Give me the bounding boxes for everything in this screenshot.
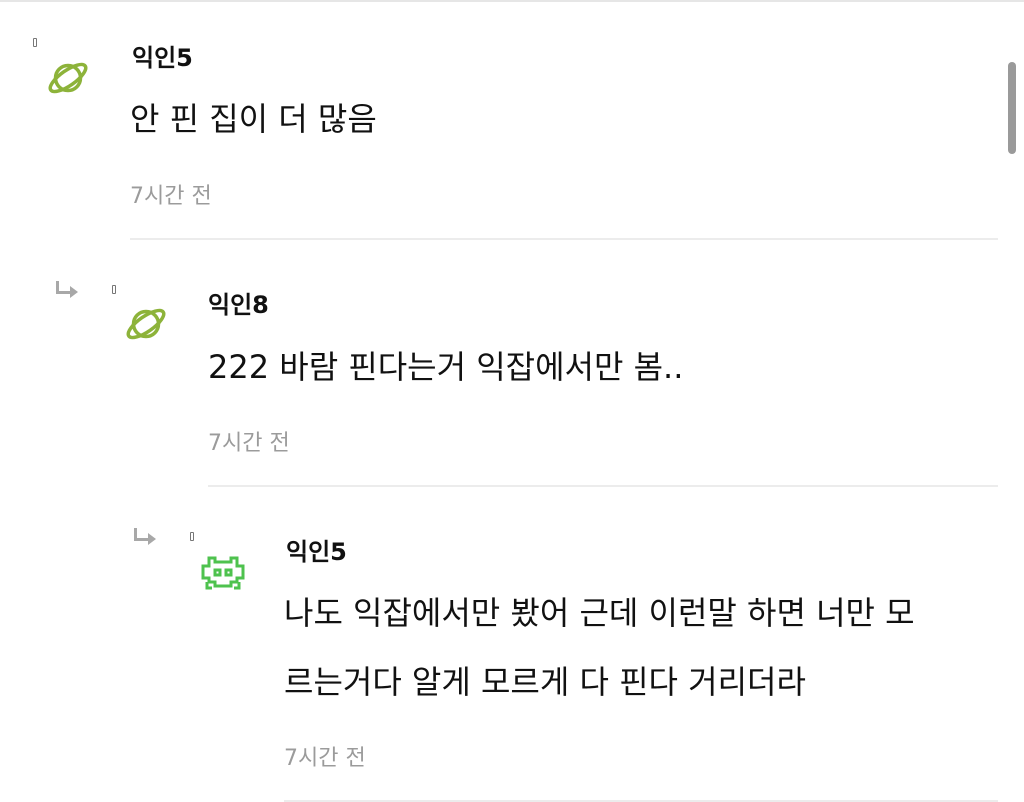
- comment-text-line: 나도 익잡에서만 봤어 근데 이런말 하면 너만 모: [284, 594, 915, 632]
- comment-marker-icon: [112, 285, 116, 294]
- reply-arrow-icon: [56, 280, 80, 300]
- reply-arrow-icon: [134, 527, 158, 547]
- comment-time: 7시간 전: [208, 431, 290, 456]
- planet-icon: [122, 300, 170, 348]
- planet-icon: [44, 54, 92, 102]
- comment-author[interactable]: 익인5: [286, 532, 347, 567]
- comment-divider: [208, 485, 998, 487]
- comment-text-line: 르는거다 알게 모르게 다 핀다 거리더라: [284, 663, 806, 701]
- comment-thread: 익인5 안 핀 집이 더 많음 7시간 전 익인8 222 바람 핀다는거 익잡…: [0, 0, 1024, 802]
- comment-author[interactable]: 익인8: [208, 285, 269, 320]
- comment-author[interactable]: 익인5: [132, 38, 193, 73]
- comment-text-line: 안 핀 집이 더 많음: [130, 100, 377, 138]
- comment-marker-icon: [190, 532, 194, 541]
- comment-time: 7시간 전: [130, 184, 212, 209]
- top-divider: [0, 0, 1024, 2]
- comment-marker-icon: [33, 38, 37, 47]
- comment-time: 7시간 전: [284, 746, 366, 771]
- comment-text-line: 222 바람 핀다는거 익잡에서만 봄..: [208, 348, 684, 386]
- comment-divider: [130, 238, 998, 240]
- scrollbar[interactable]: [1008, 62, 1016, 154]
- space-invader-icon: [199, 548, 247, 596]
